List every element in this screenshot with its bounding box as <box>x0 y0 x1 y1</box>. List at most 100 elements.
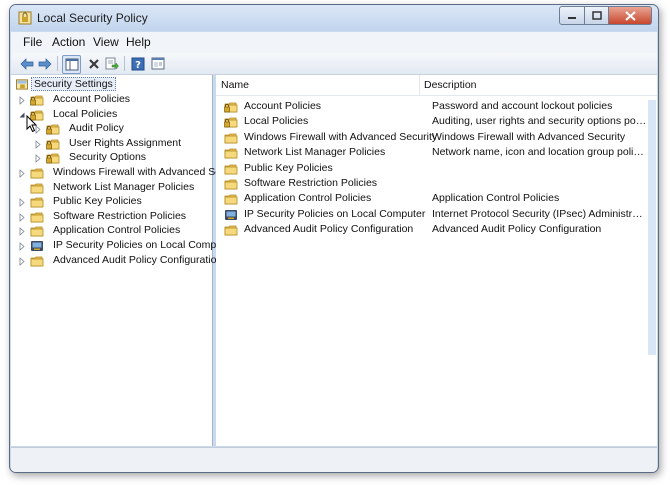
tree-item-label: IP Security Policies on Local Computer <box>53 239 235 251</box>
list-item-name: Network List Manager Policies <box>244 146 386 159</box>
show-hide-tree-button[interactable] <box>62 55 81 74</box>
list-item[interactable]: Advanced Audit Policy Configuration Advan… <box>216 223 657 238</box>
folder-icon <box>224 179 238 190</box>
column-header-name[interactable]: Name <box>221 75 249 95</box>
toolbar-separator <box>124 56 125 71</box>
tree-item-label: Advanced Audit Policy Configuration <box>53 253 223 266</box>
mouse-cursor-icon <box>26 115 38 133</box>
expand-arrow-icon[interactable] <box>19 96 25 105</box>
expand-arrow-icon[interactable] <box>19 169 25 178</box>
tree-item[interactable]: Audit Policy <box>19 122 211 137</box>
ip-security-icon <box>225 209 237 220</box>
menu-bar: File Action View Help <box>11 32 657 54</box>
window-controls <box>559 6 652 25</box>
menu-file[interactable]: File <box>23 35 42 49</box>
expand-arrow-icon[interactable] <box>19 198 25 208</box>
expand-arrow-icon[interactable] <box>35 139 41 149</box>
help-icon: ? <box>131 57 144 71</box>
tree-item[interactable]: Local Policies <box>19 108 211 123</box>
expand-arrow-icon[interactable] <box>19 212 25 222</box>
list-item[interactable]: Application Control Policies Application … <box>216 192 657 207</box>
folder-icon <box>224 133 238 144</box>
header-divider <box>216 95 657 96</box>
tree-item[interactable]: Public Key Policies <box>19 195 211 210</box>
list-item-name: Account Policies <box>244 100 322 112</box>
list-item-name: Advanced Audit Policy Configuration <box>244 223 414 236</box>
tree-item-label: Network List Manager Policies <box>53 180 195 193</box>
tree-item[interactable]: User Rights Assignment <box>19 137 211 152</box>
close-icon <box>624 10 636 21</box>
tree-item-label: Public Key Policies <box>53 195 142 208</box>
app-window: Local Security Policy File Action View H… <box>9 4 659 473</box>
tree-item-label: User Rights Assignment <box>69 136 182 149</box>
list-item[interactable]: Windows Firewall with Advanced Security W… <box>216 131 657 146</box>
tree-item-label: Account Policies <box>53 93 131 105</box>
menu-action[interactable]: Action <box>52 35 85 49</box>
list-item-description: Windows Firewall with Advanced Security <box>432 130 626 143</box>
list-item[interactable]: Public Key Policies <box>216 162 657 177</box>
menu-help[interactable]: Help <box>126 35 151 49</box>
export-list-icon <box>105 57 119 70</box>
folder-icon <box>30 183 44 193</box>
list-item[interactable]: Local Policies Auditing, user rights and … <box>216 115 657 130</box>
column-divider[interactable] <box>419 75 420 95</box>
tree-pane[interactable]: Security Settings Account Policies Local … <box>11 75 246 446</box>
expand-arrow-icon[interactable] <box>19 242 25 251</box>
folder-icon <box>30 256 44 266</box>
ip-security-icon <box>31 241 43 251</box>
properties-button[interactable] <box>149 55 166 72</box>
folder-icon <box>224 194 238 205</box>
collapse-arrow-icon[interactable] <box>19 111 25 120</box>
tree-item[interactable]: Network List Manager Policies <box>19 181 211 196</box>
folder-icon <box>224 225 238 236</box>
window-frame-edge <box>648 100 656 355</box>
folder-icon <box>30 168 44 179</box>
tree-item[interactable]: Security Options <box>19 151 211 166</box>
export-list-button[interactable] <box>103 55 120 72</box>
help-button[interactable]: ? <box>129 55 146 72</box>
expand-arrow-icon[interactable] <box>35 154 41 164</box>
list-item[interactable]: IP Security Policies on Local Computer In… <box>216 208 657 223</box>
security-policy-icon <box>18 11 32 25</box>
tree-item[interactable]: Windows Firewall with Advanced Security <box>19 166 246 181</box>
tree-item[interactable]: Advanced Audit Policy Configuration <box>19 254 222 269</box>
details-list[interactable]: Name Description Account Policies Passwor… <box>216 75 657 446</box>
list-item-description: Advanced Audit Policy Configuration <box>432 223 602 236</box>
list-item-description: Auditing, user rights and security optio… <box>432 115 648 128</box>
title-bar[interactable]: Local Security Policy <box>10 5 658 31</box>
list-item-name: Windows Firewall with Advanced Security <box>244 130 438 143</box>
expand-arrow-icon[interactable] <box>19 256 25 266</box>
folder-icon <box>224 148 238 159</box>
minimize-icon <box>568 16 576 19</box>
column-header-description[interactable]: Description <box>424 75 477 95</box>
properties-icon <box>151 57 164 70</box>
tree-item[interactable]: Account Policies <box>19 93 211 108</box>
tree-item-label: Local Policies <box>53 107 118 120</box>
list-item[interactable]: Account Policies Password and account loc… <box>216 100 657 115</box>
list-item-name: Local Policies <box>244 115 309 128</box>
list-item-name: IP Security Policies on Local Computer <box>244 207 426 220</box>
list-item-description: Internet Protocol Security (IPsec) Admin… <box>432 207 648 220</box>
maximize-button[interactable] <box>585 6 609 25</box>
close-button[interactable] <box>609 6 652 25</box>
back-button[interactable] <box>18 55 35 72</box>
tree-item[interactable]: Application Control Policies <box>19 224 211 239</box>
back-arrow-icon <box>20 57 33 70</box>
status-bar <box>11 447 657 472</box>
tree-root[interactable]: Security Settings <box>15 77 210 93</box>
maximize-icon <box>591 11 602 20</box>
list-item[interactable]: Software Restriction Policies <box>216 177 657 192</box>
tree-item[interactable]: IP Security Policies on Local Computer <box>19 239 234 254</box>
tree-root-label: Security Settings <box>31 77 116 91</box>
toolbar-separator <box>57 56 58 71</box>
list-item-name: Application Control Policies <box>244 192 372 205</box>
forward-button[interactable] <box>36 55 53 72</box>
minimize-button[interactable] <box>559 6 585 25</box>
tree-item[interactable]: Software Restriction Policies <box>19 210 211 225</box>
menu-view[interactable]: View <box>93 35 119 49</box>
list-item-name: Public Key Policies <box>244 161 333 174</box>
list-item[interactable]: Network List Manager Policies Network nam… <box>216 146 657 161</box>
delete-button[interactable] <box>85 55 102 72</box>
expand-arrow-icon[interactable] <box>19 227 25 237</box>
folder-icon <box>30 197 44 208</box>
